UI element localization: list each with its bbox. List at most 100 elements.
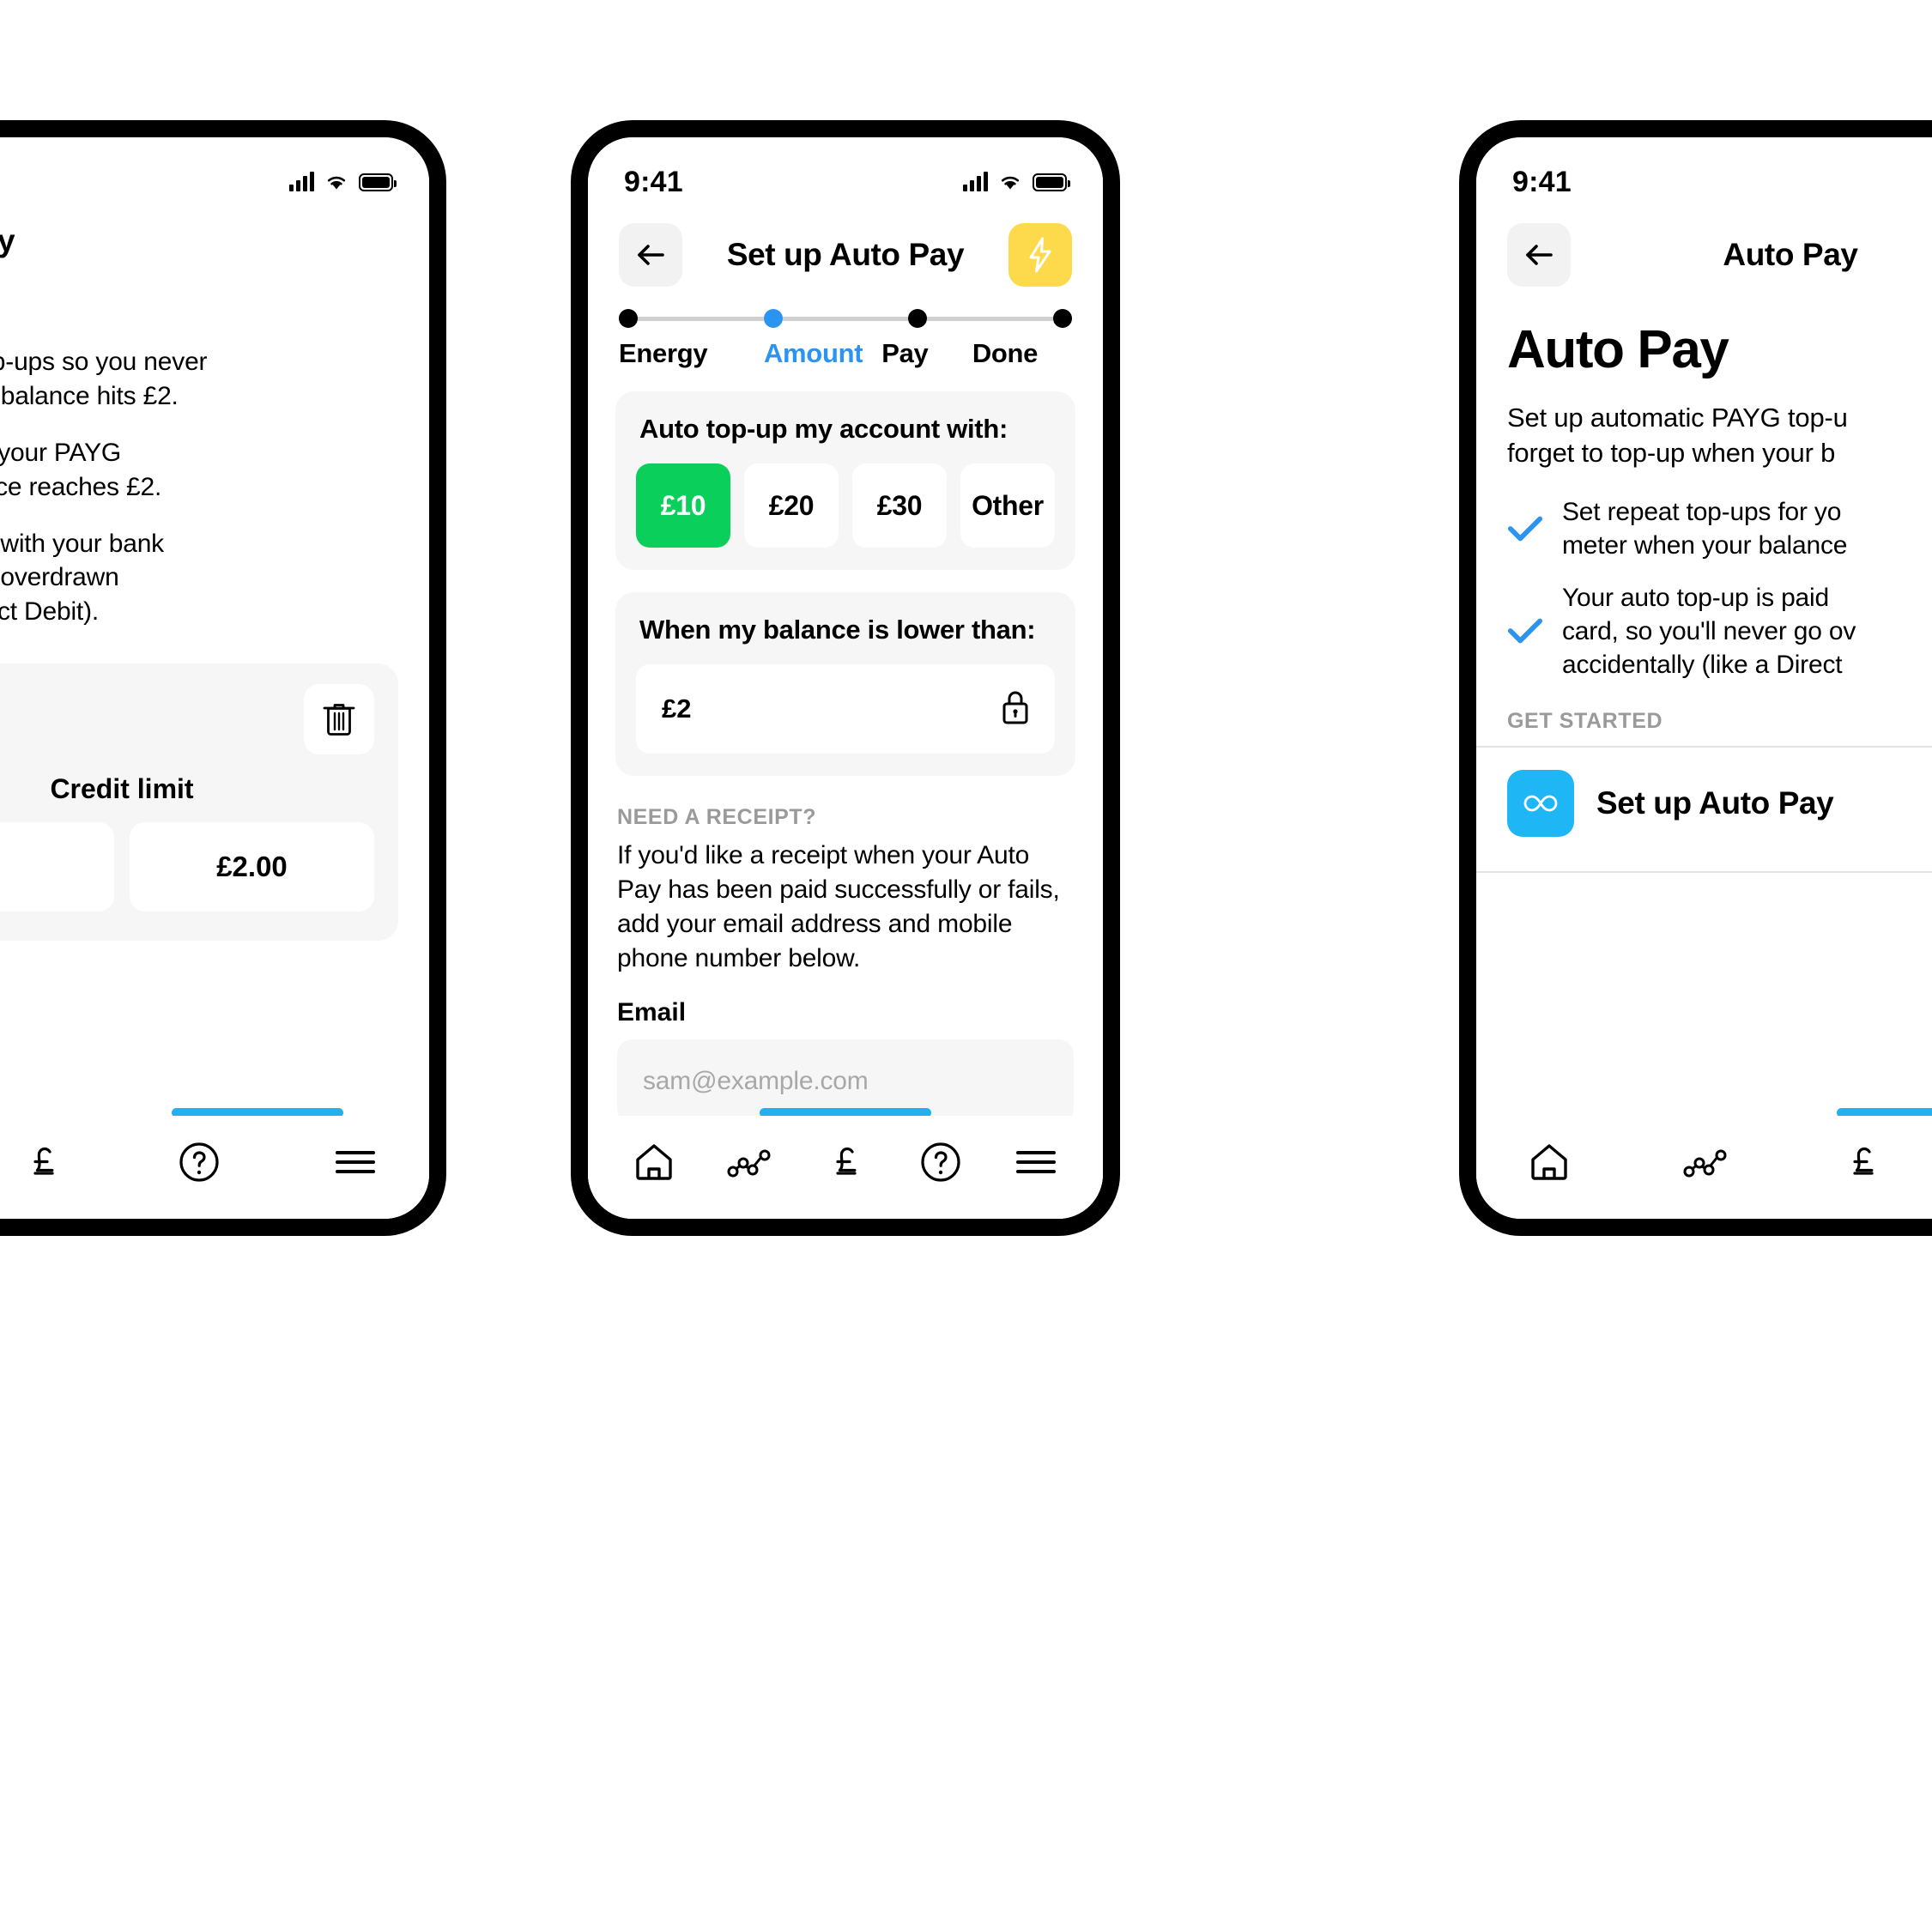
stepper-labels: Energy Amount Pay Done (619, 338, 1072, 369)
amount-options: £10 £20 £30 Other (636, 463, 1055, 548)
setup-auto-pay-label: Set up Auto Pay (1596, 784, 1834, 821)
status-bar: 9:41 (588, 137, 1103, 204)
benefit-list: Set repeat top-ups for yo meter when you… (1476, 471, 1932, 681)
list-item-setup-auto-pay[interactable]: Set up Auto Pay (1476, 748, 1932, 859)
topup-amount-card: Auto top-up my account with: £10 £20 £30… (615, 391, 1075, 570)
benefit-2-line-2: card, so you'll never go ov (1562, 616, 1856, 645)
step-dot-energy[interactable] (619, 309, 638, 328)
step-dot-amount[interactable] (763, 309, 783, 328)
credit-limit-card: Credit limit £2.00 (0, 663, 398, 942)
menu-icon (1016, 1151, 1057, 1173)
battery-icon (1033, 173, 1070, 191)
help-icon (179, 1142, 219, 1182)
list-item: Your auto top-up is paid card, so you'll… (1507, 581, 1932, 681)
back-arrow-icon (1526, 245, 1553, 265)
step-dot-done[interactable] (1053, 309, 1073, 328)
page-title: Auto Pay (1723, 237, 1858, 272)
balance-threshold-field[interactable]: £2 (636, 664, 1055, 754)
back-arrow-icon (638, 245, 664, 265)
tab-help[interactable] (177, 1140, 221, 1184)
status-bar: 9:41 (1476, 137, 1932, 204)
credit-limit-label: Credit limit (50, 773, 194, 805)
status-time: 9:41 (1512, 165, 1572, 198)
wifi-icon (324, 173, 348, 191)
balance-threshold-value: £2 (662, 693, 692, 724)
step-dot-pay[interactable] (908, 309, 928, 328)
tab-payments[interactable] (1844, 1141, 1885, 1184)
tab-payments[interactable] (827, 1141, 868, 1184)
nav-bar: Auto Pay (0, 204, 429, 266)
progress-stepper: Energy Amount Pay Done (588, 294, 1103, 369)
bullet1-line-1: op-ups for your PAYG (0, 438, 122, 467)
bullet1-line-2: your balance reaches £2. (0, 472, 162, 501)
balance-threshold-title: When my balance is lower than: (639, 615, 1036, 645)
nav-bar: Set up Auto Pay (588, 204, 1103, 294)
tab-home[interactable] (633, 1141, 675, 1184)
help-icon (921, 1142, 960, 1182)
step-label-amount: Amount (763, 338, 863, 368)
status-icons (289, 172, 397, 191)
intro-line-1: c PAYG top-ups so you never (0, 348, 208, 376)
bullet2-line-1: -up is paid with your bank (0, 529, 164, 558)
credit-limit-value[interactable]: £2.00 (130, 822, 374, 912)
tab-menu[interactable] (1014, 1145, 1058, 1179)
phone-mockup-center: 9:41 Set up Auto Pay Energy Amount Pay D… (571, 120, 1120, 1236)
bullet2-line-3: (like a Direct Debit). (0, 597, 99, 627)
phone-mockup-left: Auto Pay c PAYG top-ups so you never whe… (0, 120, 446, 1236)
menu-icon (336, 1151, 375, 1173)
tab-menu[interactable] (333, 1145, 378, 1179)
pound-icon (836, 1147, 857, 1175)
intro-line-2: forget to top-up when your b (1507, 437, 1836, 468)
tab-usage[interactable] (726, 1144, 776, 1180)
pound-icon (1853, 1147, 1874, 1175)
amount-option-30[interactable]: £30 (852, 463, 947, 548)
check-icon (1507, 613, 1543, 649)
delete-button[interactable] (304, 684, 374, 755)
receipt-body: If you'd like a receipt when your Auto P… (617, 841, 1060, 972)
status-time: 9:41 (624, 165, 683, 198)
step-label-done: Done (972, 338, 1039, 368)
home-icon (635, 1144, 672, 1180)
tab-usage[interactable] (1682, 1144, 1732, 1180)
status-icons (963, 172, 1070, 191)
tab-home[interactable] (1528, 1141, 1571, 1184)
step-label-pay: Pay (881, 338, 929, 368)
back-button[interactable] (619, 223, 682, 287)
pound-icon (33, 1147, 54, 1175)
status-bar (0, 137, 429, 204)
back-button[interactable] (1507, 223, 1571, 287)
signal-bars-icon (963, 172, 988, 191)
tab-help[interactable] (918, 1140, 963, 1184)
tab-payments[interactable] (24, 1141, 65, 1184)
stepper-track (619, 309, 1073, 328)
screenshot-canvas: Auto Pay c PAYG top-ups so you never whe… (0, 0, 1932, 1932)
divider-bottom (1476, 870, 1932, 873)
list-item: Set repeat top-ups for yo meter when you… (1507, 495, 1932, 562)
home-icon (1531, 1144, 1567, 1180)
amount-option-other[interactable]: Other (960, 463, 1055, 548)
benefit-2-line-3: accidentally (like a Direct (1562, 650, 1843, 679)
benefit-2-line-1: Your auto top-up is paid (1562, 583, 1829, 612)
check-icon (1507, 511, 1543, 547)
page-title: Auto Pay (0, 223, 398, 259)
benefit-1-line-2: meter when your balance (1562, 530, 1848, 560)
usage-chart-icon (1683, 1149, 1727, 1178)
amount-option-20[interactable]: £20 (744, 463, 839, 548)
boost-button[interactable] (1008, 223, 1072, 287)
intro-line-2: when your balance hits £2. (0, 381, 179, 410)
email-label: Email (617, 997, 687, 1027)
infinity-icon (1507, 769, 1574, 837)
battery-icon (359, 173, 397, 191)
nav-bar: Auto Pay (1476, 204, 1932, 294)
intro-text: Set up automatic PAYG top-u forget to to… (1476, 380, 1932, 471)
receipt-kicker: NEED A RECEIPT? (617, 805, 817, 829)
credit-limit-field-left[interactable] (0, 822, 114, 912)
phone-mockup-right: 9:41 Auto Pay Auto Pay Set up automatic … (1459, 120, 1932, 1236)
stepper-segment-1 (638, 316, 764, 321)
tab-bar (0, 1116, 429, 1219)
amount-option-10[interactable]: £10 (636, 463, 730, 548)
get-started-label: GET STARTED (1507, 708, 1663, 733)
trash-icon (323, 704, 355, 736)
page-title: Set up Auto Pay (726, 237, 965, 272)
lightning-bolt-icon (1029, 237, 1051, 273)
